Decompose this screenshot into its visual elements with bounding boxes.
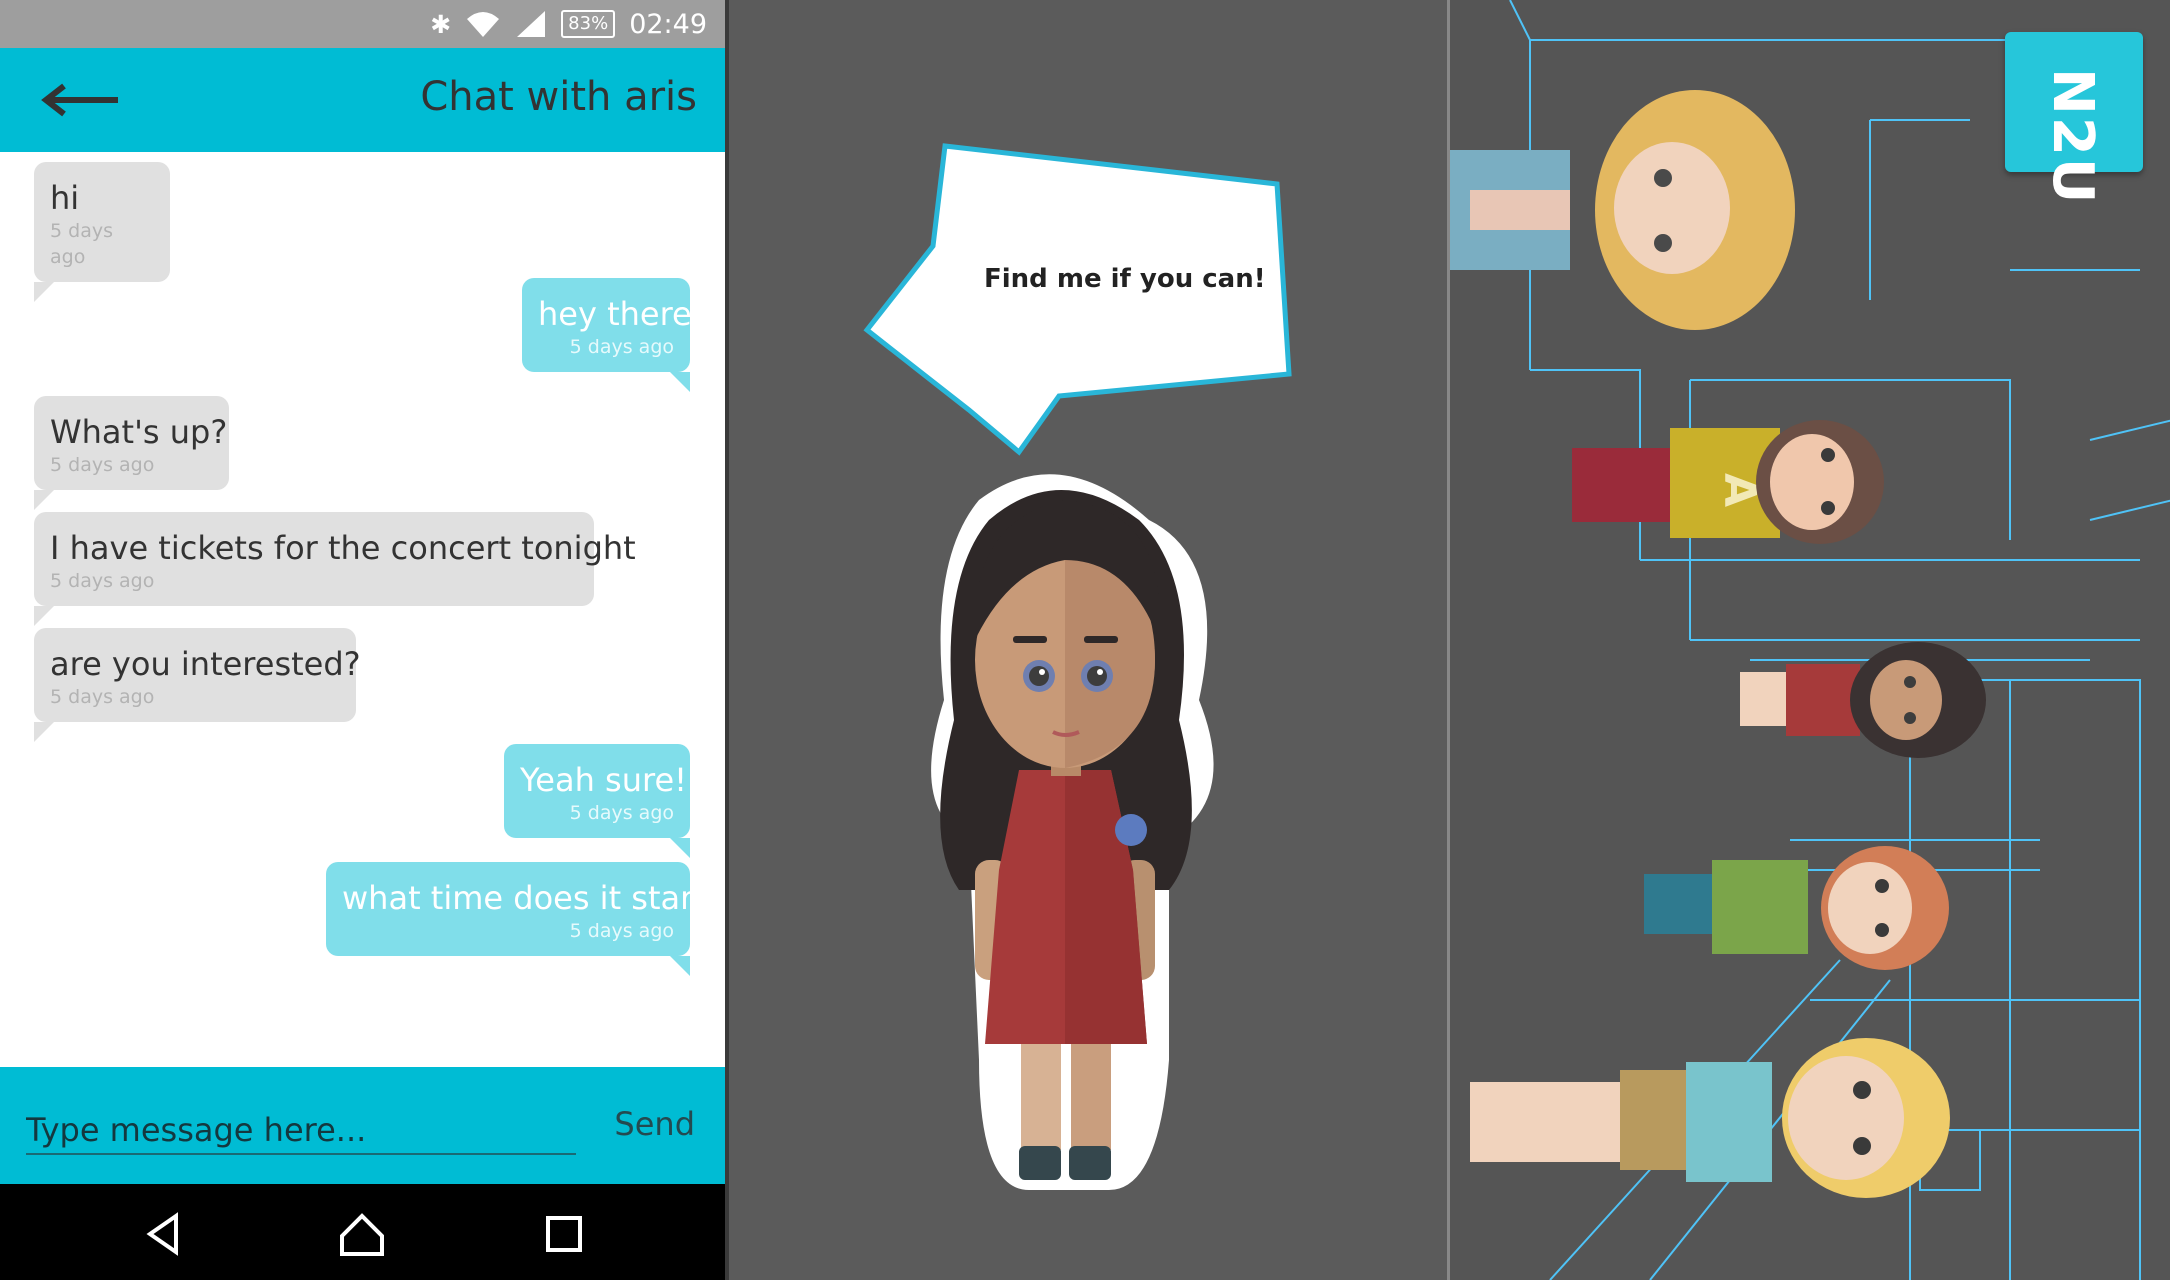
message-time: 5 days ago [569,802,674,824]
message-text: What's up? [50,413,228,451]
message-text: hey there [538,295,692,333]
avatar-scene: Find me if you can! [725,0,1447,1280]
back-triangle-icon[interactable] [136,1206,192,1262]
system-nav-bar [0,1184,725,1280]
message-bubble-incoming: hi 5 days ago [34,162,170,302]
character-curly-blonde [1450,90,1795,330]
message-text: are you interested? [50,645,361,683]
chat-title: Chat with aris [420,74,697,120]
wifi-icon [467,12,500,37]
recents-square-icon[interactable] [536,1206,592,1262]
message-composer: Send [0,1067,725,1184]
message-bubble-incoming: I have tickets for the concert tonight 5… [34,512,636,626]
message-time: 5 days ago [50,570,155,592]
message-bubble-outgoing: what time does it start? 5 days ago [326,862,723,976]
message-time: 5 days ago [50,454,155,476]
bluetooth-icon: ✱ [430,9,452,39]
avatar-illustration [863,143,1292,1190]
home-icon[interactable] [334,1206,390,1262]
message-time: 5 days ago [50,686,155,708]
lineup-scene: A N2U [1447,0,2170,1280]
status-bar: ✱ 83% 02:49 [0,0,725,48]
message-text: Yeah sure! [520,761,687,799]
character-redhead [1644,846,1949,970]
message-time: 5 days ago [569,336,674,358]
app-bar: Chat with aris [0,48,725,152]
message-text: hi [50,179,80,217]
signal-icon [517,11,546,37]
message-text: I have tickets for the concert tonight [50,529,636,567]
speech-bubble [863,143,1292,456]
brooch [1115,814,1147,846]
message-text: what time does it start? [342,879,723,917]
back-arrow-icon[interactable] [36,76,126,124]
message-input[interactable] [26,1107,576,1155]
message-list: hi 5 days ago hey there 5 days ago What'… [0,152,725,1067]
message-time: 5 days ago [569,920,674,942]
character-blond-boy [1470,1038,1950,1198]
battery-indicator: 83% [561,10,616,38]
character-boy-a-shirt: A [1572,420,1884,544]
n2u-logo: N2U [2005,32,2143,205]
message-bubble-outgoing: hey there 5 days ago [522,278,692,392]
status-time: 02:49 [629,8,707,40]
message-bubble-incoming: are you interested? 5 days ago [34,628,361,742]
message-time: 5 days ago [50,220,113,268]
message-bubble-incoming: What's up? 5 days ago [34,396,229,510]
chat-screen: ✱ 83% 02:49 Chat with aris hi 5 days ago… [0,0,725,1280]
logo-text: N2U [2040,68,2105,206]
message-bubble-outgoing: Yeah sure! 5 days ago [504,744,690,858]
speech-text: Find me if you can! [984,264,1266,294]
send-button[interactable]: Send [614,1105,695,1143]
